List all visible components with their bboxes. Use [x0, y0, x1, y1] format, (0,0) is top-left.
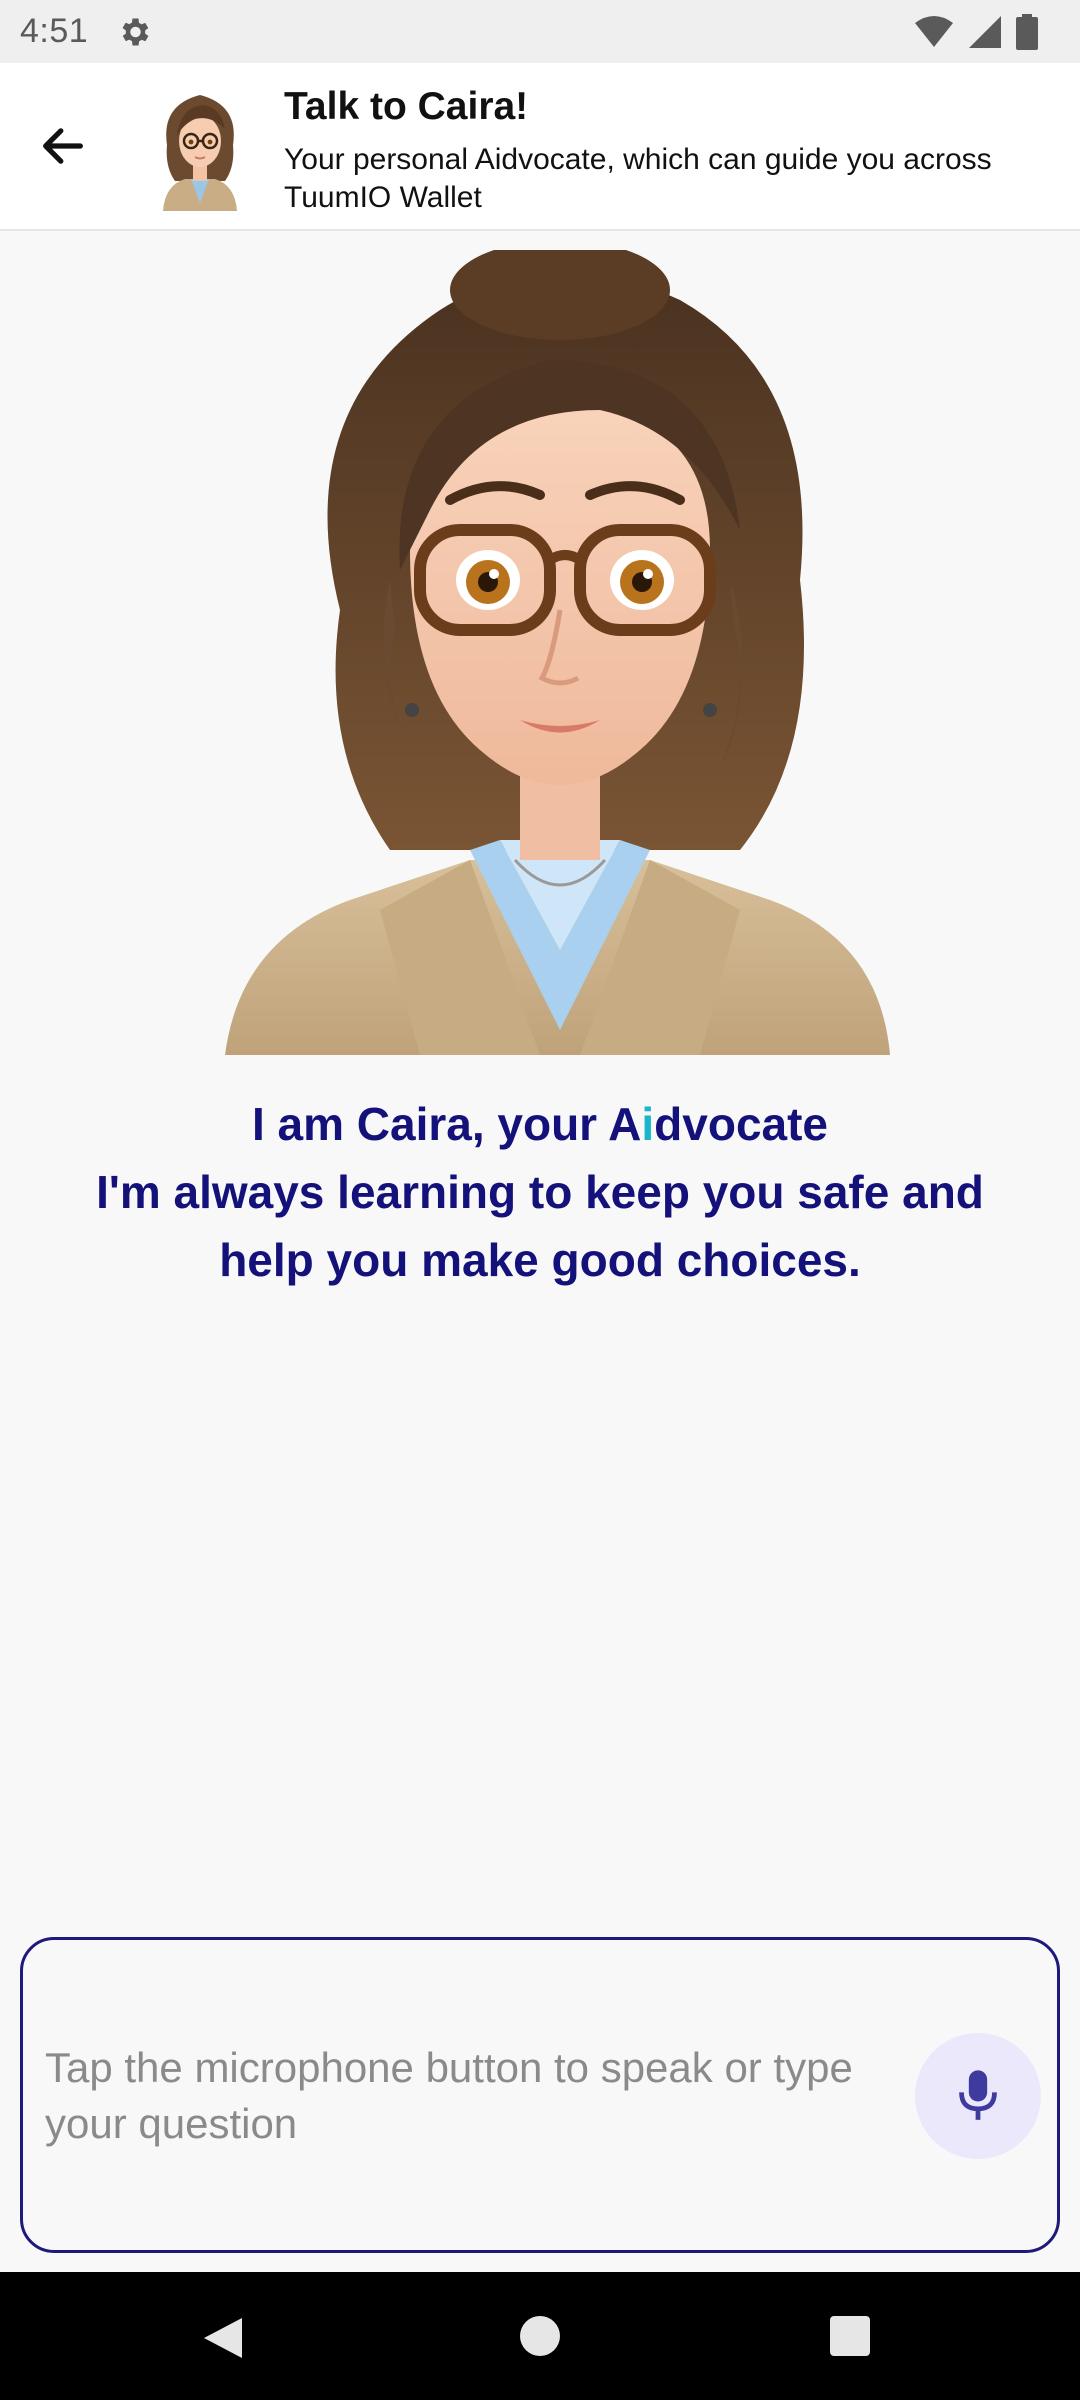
- header-subtitle: Your personal Aidvocate, which can guide…: [284, 143, 992, 214]
- back-button[interactable]: [28, 111, 98, 181]
- app-header: Talk to Caira! Your personal Aidvocate, …: [0, 63, 1080, 231]
- caira-illustration: [225, 250, 890, 1055]
- nav-recents-icon[interactable]: [830, 2316, 870, 2356]
- header-title: Talk to Caira!: [284, 85, 529, 128]
- nav-home-icon[interactable]: [520, 2316, 560, 2356]
- microphone-icon: [959, 2070, 997, 2120]
- signal-icon: [969, 15, 1001, 48]
- microphone-button[interactable]: [915, 2033, 1041, 2159]
- system-nav-bar: [0, 2272, 1080, 2400]
- intro-line-2: I'm always learning to keep you safe and: [96, 1166, 984, 1218]
- intro-line-1a: I am Caira, your A: [251, 1098, 642, 1150]
- intro-accent-letter: i: [641, 1098, 655, 1150]
- caira-avatar: [163, 95, 237, 211]
- nav-back-icon[interactable]: [202, 2316, 244, 2360]
- intro-line-1: I am Caira, your Aidvocate: [0, 1090, 1080, 1158]
- status-bar: 4:51: [0, 0, 1080, 63]
- battery-icon: [1016, 13, 1038, 50]
- status-time: 4:51: [20, 12, 89, 50]
- question-input[interactable]: Tap the microphone button to speak or ty…: [20, 1937, 1060, 2253]
- arrow-back-icon: [43, 128, 83, 164]
- intro-line-3: help you make good choices.: [219, 1234, 861, 1286]
- input-placeholder: Tap the microphone button to speak or ty…: [45, 2044, 853, 2147]
- gear-icon: [122, 18, 149, 45]
- status-icons: [914, 13, 1060, 50]
- wifi-icon: [915, 15, 953, 47]
- intro-text: I am Caira, your Aidvocate I'm always le…: [0, 1090, 1080, 1294]
- intro-line-1b: dvocate: [654, 1098, 829, 1150]
